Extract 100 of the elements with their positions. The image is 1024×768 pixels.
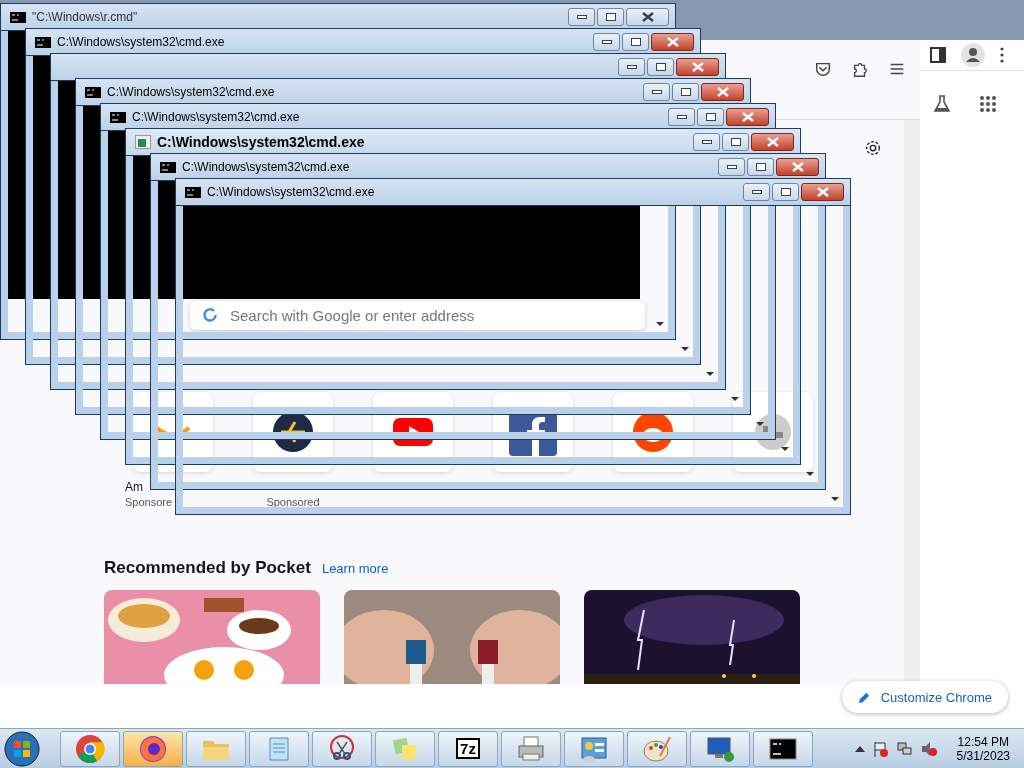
close-icon [691, 62, 704, 72]
close-button[interactable] [626, 8, 669, 26]
minimize-icon [651, 90, 662, 94]
window-title: C:\Windows\system32\cmd.exe [107, 85, 275, 99]
minimize-button[interactable] [743, 183, 770, 201]
minimize-button[interactable] [718, 158, 745, 176]
flag-icon[interactable] [872, 740, 889, 757]
minimize-button[interactable] [593, 33, 620, 51]
sponsored-label: Sponsored [266, 496, 320, 508]
minimize-icon [676, 115, 687, 119]
console-icon [35, 36, 51, 48]
archive-icon: 7z [456, 738, 480, 759]
close-button[interactable] [801, 183, 844, 201]
sidebar-icon[interactable] [930, 47, 946, 63]
minimize-button[interactable] [693, 133, 720, 151]
chrome-icon [75, 733, 105, 764]
down-arrow-icon [755, 422, 764, 426]
console-icon [10, 11, 26, 23]
fox-globe-icon [138, 733, 168, 764]
down-arrow-icon [805, 472, 814, 476]
close-button[interactable] [776, 158, 819, 176]
speaker-icon[interactable] [920, 740, 937, 757]
minimize-button[interactable] [643, 83, 670, 101]
down-arrow-icon [730, 397, 739, 401]
close-icon [716, 87, 729, 97]
taskbar-button[interactable] [753, 730, 813, 767]
maximize-icon [680, 88, 691, 96]
maximize-icon [755, 163, 766, 171]
maximize-icon [605, 13, 616, 21]
minimize-button[interactable] [618, 58, 645, 76]
taskbar-button[interactable] [312, 730, 372, 767]
section-heading: Recommended by Pocket [104, 558, 311, 578]
google-icon [202, 307, 218, 323]
close-icon [741, 112, 754, 122]
close-icon [791, 162, 804, 172]
clock-time: 12:54 PM [957, 734, 1009, 749]
maximize-button[interactable] [647, 58, 674, 76]
maximize-icon [630, 38, 641, 46]
window-title: "C:\Windows\r.cmd" [32, 10, 138, 24]
down-arrow-icon [655, 322, 664, 326]
sponsored-label: Sponsore [125, 496, 173, 508]
minimize-button[interactable] [568, 8, 595, 26]
close-button[interactable] [701, 83, 744, 101]
maximize-icon [730, 138, 741, 146]
window-title: C:\Windows\system32\cmd.exe [132, 110, 300, 124]
network-icon[interactable] [896, 740, 913, 757]
settings-icon[interactable] [864, 139, 882, 157]
apps-grid-icon[interactable] [979, 95, 997, 113]
customize-button[interactable]: Customize Chrome [841, 681, 1008, 713]
minimize-icon [701, 140, 712, 144]
close-icon [816, 187, 829, 197]
maximize-button[interactable] [747, 158, 774, 176]
maximize-button[interactable] [622, 33, 649, 51]
maximize-icon [780, 188, 791, 196]
avatar-icon[interactable] [961, 43, 985, 67]
start-button[interactable] [4, 730, 40, 767]
taskbar-button[interactable] [123, 730, 183, 767]
close-button[interactable] [726, 108, 769, 126]
site-label: Am [125, 480, 143, 494]
flask-icon[interactable] [932, 94, 952, 114]
plane-icon [273, 412, 313, 452]
close-button[interactable] [676, 58, 719, 76]
down-arrow-icon [780, 447, 789, 451]
console-icon [85, 86, 101, 98]
clock[interactable]: 12:54 PM 5/31/2023 [956, 734, 1010, 763]
minimize-icon [626, 65, 637, 69]
search-field[interactable]: Search with Google or enter address [190, 301, 645, 330]
window-title: C:\Windows\system32\cmd.exe [207, 185, 375, 199]
minimize-icon [601, 40, 612, 44]
more-icon[interactable] [1000, 47, 1004, 63]
down-arrow-icon [830, 497, 839, 501]
minimize-icon [726, 165, 737, 169]
console-icon [110, 111, 126, 123]
window-title: C:\Windows\system32\cmd.exe [182, 160, 350, 174]
close-icon [641, 12, 654, 22]
minimize-button[interactable] [668, 108, 695, 126]
tray-arrow-icon[interactable] [854, 745, 865, 752]
maximize-button[interactable] [597, 8, 624, 26]
close-button[interactable] [651, 33, 694, 51]
maximize-icon [655, 63, 666, 71]
console-icon [185, 186, 201, 198]
clock-date: 5/31/2023 [956, 748, 1010, 763]
console-icon [160, 161, 176, 173]
maximize-icon [705, 113, 716, 121]
maximize-button[interactable] [722, 133, 749, 151]
taskbar-button[interactable] [690, 730, 750, 767]
close-button[interactable] [751, 133, 794, 151]
taskbar-button[interactable]: 7z [438, 730, 498, 767]
maximize-button[interactable] [772, 183, 799, 201]
globe-icon [753, 412, 793, 452]
minimize-icon [751, 190, 762, 194]
window-title: C:\Windows\system32\cmd.exe [157, 134, 365, 150]
robot-icon [633, 412, 673, 452]
learn-more-link[interactable]: Learn more [321, 561, 389, 576]
minimize-icon [576, 15, 587, 19]
maximize-button[interactable] [672, 83, 699, 101]
down-arrow-icon [680, 347, 689, 351]
window-icon [135, 135, 151, 149]
close-icon [766, 137, 779, 147]
maximize-button[interactable] [697, 108, 724, 126]
